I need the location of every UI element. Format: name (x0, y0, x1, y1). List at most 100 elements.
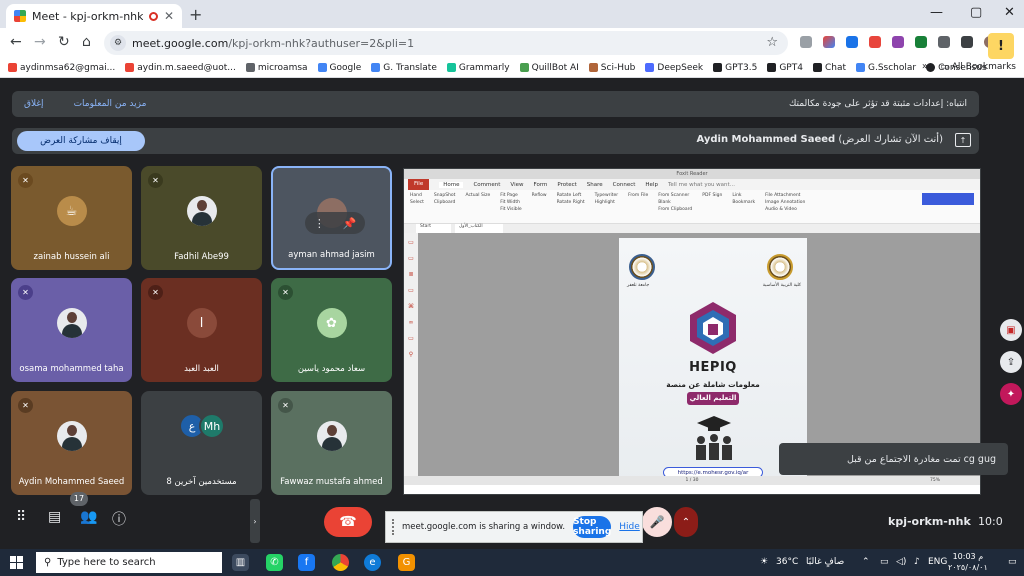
more-bookmarks-icon[interactable]: » (922, 61, 928, 72)
participant-tile[interactable]: ⋮ 📌 ayman ahmad jasim (271, 166, 392, 270)
ai-extension-icon[interactable] (892, 36, 904, 48)
video-extension-icon[interactable] (846, 36, 858, 48)
pdf-doc-tab: الكتاب_الأول (455, 224, 503, 233)
pin-icon[interactable]: 📌 (342, 217, 356, 230)
stop-presenting-button[interactable]: إيقاف مشاركة العرض (17, 131, 145, 151)
weather-icon[interactable]: ☀ (760, 557, 768, 567)
home-icon[interactable]: ⌂ (82, 34, 91, 50)
notifications-icon[interactable]: ▭ (1008, 557, 1017, 567)
more-options-icon[interactable]: ⋮ (314, 217, 325, 230)
pdf-doc-tabs: Start الكتاب_الأول (404, 224, 980, 233)
bookmark-item[interactable]: DeepSeek (645, 63, 703, 73)
foxit-icon[interactable]: G (398, 554, 415, 571)
participant-tile[interactable]: ✕ Fadhil Abe99 (141, 166, 262, 270)
effects-icon[interactable]: ✦ (1000, 383, 1022, 405)
chrome-icon[interactable] (332, 554, 349, 571)
attachment-icon: ⌘ (408, 303, 414, 310)
taskbar-search[interactable]: ⚲ Type here to search (36, 552, 222, 573)
activities-icon[interactable]: ▣ (1000, 319, 1022, 341)
participant-tile[interactable]: ✕ ✿ سعاد محمود ياسين (271, 278, 392, 382)
link-icon: ∞ (408, 319, 414, 326)
close-tab-icon[interactable]: ✕ (164, 9, 174, 23)
search-icon: ⚲ (408, 351, 414, 358)
reload-icon[interactable]: ↻ (58, 34, 70, 50)
close-window-icon[interactable]: ✕ (1004, 5, 1015, 20)
hide-sharing-bar-link[interactable]: Hide (619, 522, 640, 532)
taskbar-clock[interactable]: 10:03 م ٢٠٢٥/٠٨/٠١ (948, 551, 988, 573)
bookmark-item[interactable]: Sci-Hub (588, 63, 635, 73)
edge-icon[interactable]: e (364, 554, 381, 571)
bookmark-item[interactable]: G.Sscholar (856, 63, 916, 73)
bookmark-star-icon[interactable]: ☆ (766, 35, 778, 50)
facebook-icon[interactable]: f (298, 554, 315, 571)
college-seal-right (767, 254, 793, 280)
speaker-icon[interactable]: ♪ (914, 557, 920, 567)
address-bar[interactable]: ⚙ meet.google.com/kpj-orkm-nhk?authuser=… (104, 31, 788, 55)
task-view-icon[interactable]: ▥ (232, 554, 249, 571)
pdf-menu-bar: File Home Comment View Form Protect Shar… (404, 179, 980, 190)
forward-icon[interactable]: → (34, 34, 46, 50)
more-info-link[interactable]: مزيد من المعلومات (74, 99, 147, 109)
graduates-illustration-icon (696, 416, 732, 460)
warning-icon[interactable]: ! (988, 33, 1014, 59)
people-icon[interactable]: 👥 (80, 509, 97, 525)
browser-tab-meet[interactable]: Meet - kpj-orkm-nhk ✕ (6, 4, 182, 28)
participant-tile[interactable]: ✕ ا العبد العبد (141, 278, 262, 382)
maximize-window-icon[interactable]: ▢ (970, 5, 982, 20)
quillbot-icon (519, 63, 529, 72)
participant-tile[interactable]: ✕ ☕ zainab hussein ali (11, 166, 132, 270)
participant-tile[interactable]: ✕ Aydin Mohammed Saeed (11, 391, 132, 495)
shield-extension-icon[interactable] (800, 36, 812, 48)
stop-sharing-button[interactable]: Stop sharing (573, 516, 612, 538)
drag-handle-icon[interactable] (392, 519, 394, 535)
info-icon[interactable]: ⓘ (112, 509, 126, 529)
clock-date: ٢٠٢٥/٠٨/٠١ (948, 563, 988, 572)
grammar-extension-icon[interactable] (915, 36, 927, 48)
puzzle-icon[interactable] (938, 36, 950, 48)
bookmark-item[interactable]: microamsa (245, 63, 308, 73)
new-tab-icon[interactable]: + (189, 5, 202, 24)
mic-off-button[interactable]: 🎤 (642, 507, 672, 537)
apps-grid-icon[interactable]: ⠿ (16, 509, 26, 525)
clock-time: 10:03 م (952, 552, 984, 561)
mic-off-icon: ✕ (18, 285, 33, 300)
pdf-ribbon: Hand Select SnapShot Clipboard Actual Size… (404, 190, 980, 224)
mic-options-chevron-icon[interactable]: ⌃ (674, 507, 698, 537)
whatsapp-icon[interactable]: ✆ (266, 554, 283, 571)
bookmark-item[interactable]: aydin.m.saeed@uot... (125, 63, 236, 73)
mic-off-icon: ✕ (18, 173, 33, 188)
bookmark-item[interactable]: GPT4 (767, 63, 803, 73)
bookmark-item[interactable]: QuillBot AI (519, 63, 579, 73)
pdf-menu-item: Connect (612, 181, 636, 188)
bookmark-item[interactable]: Google (317, 63, 361, 73)
end-call-button[interactable]: ☎ (324, 507, 372, 537)
site-info-icon[interactable]: ⚙ (110, 35, 126, 51)
chat-icon[interactable]: ▤ (48, 509, 61, 525)
bookmark-item[interactable]: Grammarly (446, 63, 510, 73)
all-bookmarks-button[interactable]: ▭ All Bookmarks (940, 62, 1016, 72)
participant-tile[interactable]: ✕ osama mohammed taha (11, 278, 132, 382)
avatar (186, 196, 217, 226)
windows-start-icon[interactable] (10, 556, 23, 569)
participant-tile[interactable]: ع Mh 8 مستخدمين آخرين (141, 391, 262, 495)
meeting-time: 10:0 (978, 515, 1003, 528)
back-icon[interactable]: ← (10, 34, 22, 50)
volume-icon[interactable]: ◁) (896, 557, 906, 567)
tray-chevron-icon[interactable]: ⌃ (862, 557, 870, 567)
mic-off-icon: ✕ (148, 285, 163, 300)
expand-arrow-icon[interactable]: › (250, 499, 260, 543)
screenshot-extension-icon[interactable] (869, 36, 881, 48)
bookmark-item[interactable]: Chat (812, 63, 846, 73)
bookmark-item[interactable]: G. Translate (371, 63, 437, 73)
bookmark-item[interactable]: GPT3.5 (713, 63, 757, 73)
network-icon[interactable]: ▭ (880, 557, 889, 567)
input-language[interactable]: ENG (928, 557, 947, 567)
color-extension-icon[interactable] (823, 36, 835, 48)
bookmark-item[interactable]: aydinmsa62@gmai... (8, 63, 115, 73)
sidepanel-icon[interactable] (961, 36, 973, 48)
share-icon[interactable]: ⇪ (1000, 351, 1022, 373)
participant-tile[interactable]: ✕ Fawwaz mustafa ahmed (271, 391, 392, 495)
participant-left-toast: تمت مغادرة الاجتماع من قبل cg gug (779, 443, 1008, 475)
dismiss-banner-link[interactable]: إغلاق (24, 99, 44, 109)
minimize-window-icon[interactable]: — (930, 5, 943, 20)
